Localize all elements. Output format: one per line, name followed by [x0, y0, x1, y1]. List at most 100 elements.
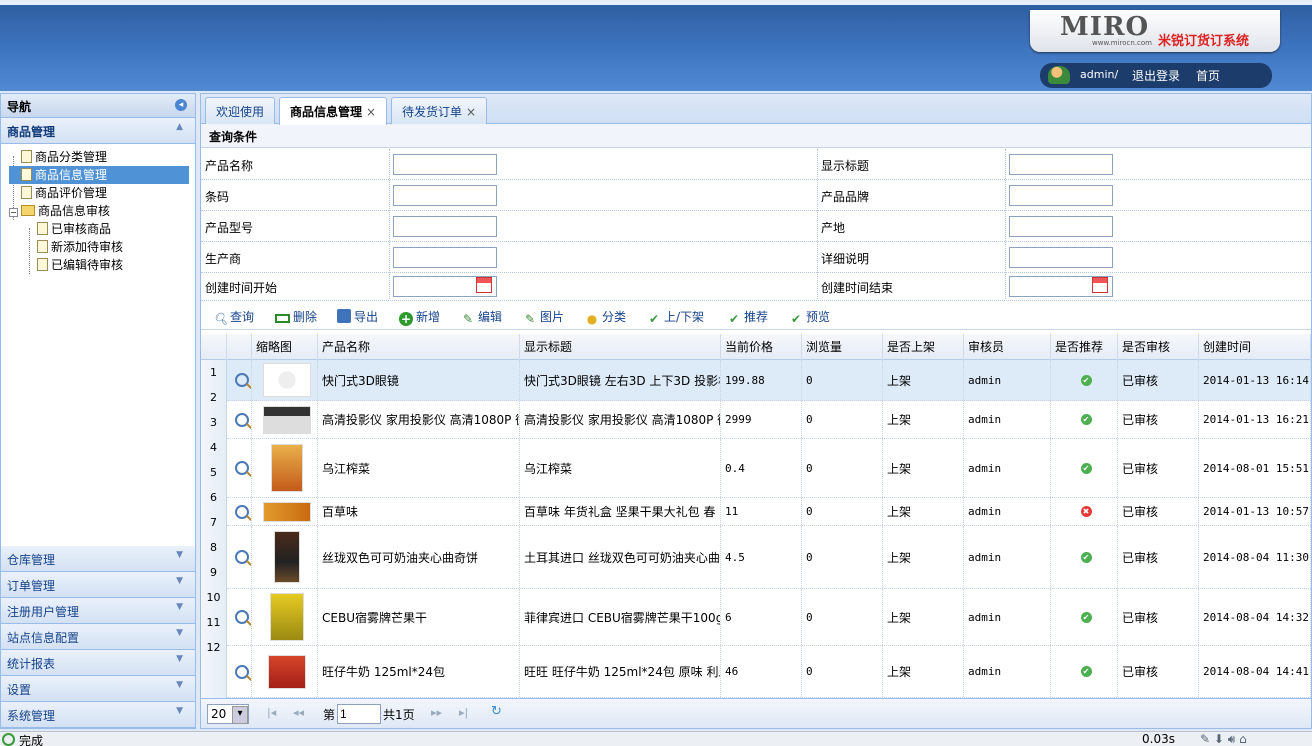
product-name-input[interactable]	[393, 154, 497, 175]
description-input[interactable]	[1009, 247, 1113, 268]
table-row[interactable]: 乌江榨菜 乌江榨菜 0.4 0 上架 admin ✔ 已审核 2014-08-01 15:51:	[227, 439, 1311, 498]
column-header[interactable]: 创建时间	[1199, 334, 1311, 360]
column-header[interactable]: 当前价格	[721, 334, 802, 360]
manufacturer-input[interactable]	[393, 247, 497, 268]
query-title: 查询条件	[201, 124, 1311, 148]
column-header[interactable]: 是否审核	[1118, 334, 1199, 360]
brand-logo: MIRO www.mirocn.com 米锐订货订系统	[1030, 10, 1280, 52]
prev-page-icon[interactable]: ◂◂	[293, 706, 304, 719]
current-user: admin/	[1080, 68, 1119, 81]
page-number-input[interactable]	[337, 704, 381, 724]
add-button[interactable]: + 新增	[399, 308, 440, 326]
column-header[interactable]: 显示标题	[520, 334, 721, 360]
column-header[interactable]: 是否推荐	[1051, 334, 1118, 360]
category-button[interactable]: ● 分类	[585, 308, 626, 326]
magnifier-icon[interactable]	[235, 412, 249, 427]
table-cell: ✔	[1051, 439, 1118, 497]
preview-button[interactable]: ✔ 预览	[789, 308, 830, 326]
close-icon[interactable]: ×	[466, 105, 476, 119]
tree-item-audit[interactable]: − 商品信息审核	[9, 202, 195, 220]
cell-text: 已审核	[1122, 665, 1159, 679]
button-label: 图片	[540, 310, 565, 324]
nav-section-users[interactable]: 注册用户管理 ▼	[1, 598, 195, 624]
tree-item-new-pending[interactable]: 新添加待审核	[9, 238, 195, 256]
refresh-icon[interactable]: ↻	[491, 704, 502, 719]
close-icon[interactable]: ×	[366, 105, 376, 119]
cell-text: admin	[968, 461, 1002, 475]
tree-item-edited-pending[interactable]: 已编辑待审核	[9, 256, 195, 274]
first-page-icon[interactable]: |◂	[267, 706, 276, 719]
table-cell	[227, 401, 252, 438]
home-link[interactable]: 首页	[1196, 67, 1220, 84]
magnifier-icon[interactable]	[235, 504, 249, 519]
user-avatar-icon	[1048, 66, 1070, 84]
table-row[interactable]: 高清投影仪 家用投影仪 高清1080P 微高清投影仪 家用投影仪 高清1080P…	[227, 401, 1311, 439]
next-page-icon[interactable]: ▸▸	[431, 706, 442, 719]
export-button[interactable]: 导出	[337, 308, 378, 325]
table-cell: 上架	[883, 401, 964, 438]
cell-text: 11	[725, 505, 739, 518]
tree-item-product-info[interactable]: 商品信息管理	[9, 166, 189, 184]
tab-welcome[interactable]: 欢迎使用	[205, 97, 276, 124]
table-cell: ✔	[1051, 401, 1118, 438]
magnifier-icon[interactable]	[235, 664, 249, 679]
tab-product-info[interactable]: 商品信息管理 ×	[279, 97, 388, 125]
calendar-icon[interactable]	[1092, 277, 1108, 293]
origin-input[interactable]	[1009, 216, 1113, 237]
table-cell: 0	[802, 646, 883, 697]
table-cell: 6	[721, 589, 802, 645]
column-header[interactable]: 缩略图	[252, 334, 318, 360]
expand-toggle-icon[interactable]: −	[9, 208, 18, 217]
last-page-icon[interactable]: ▸|	[459, 706, 468, 719]
query-button[interactable]: 🔍︎ 查询	[213, 308, 254, 326]
cell-text: 0	[806, 610, 813, 624]
tab-pending-orders[interactable]: 待发货订单 ×	[391, 97, 488, 124]
logo-url: www.mirocn.com	[1092, 39, 1152, 47]
barcode-input[interactable]	[393, 185, 497, 206]
display-title-input[interactable]	[1009, 154, 1113, 175]
table-cell	[252, 498, 318, 525]
table-row[interactable]: CEBU宿雾牌芒果干 菲律宾进口 CEBU宿雾牌芒果干100g/袋 6 0 上架 admi…	[227, 589, 1311, 646]
brand-input[interactable]	[1009, 185, 1113, 206]
table-row[interactable]: 百草味 百草味 年货礼盒 坚果干果大礼包 春 11 0 上架 admin ✖ 已审核 2014-…	[227, 498, 1311, 526]
cell-text: 旺仔牛奶 125ml*24包	[322, 665, 446, 679]
images-button[interactable]: ✎ 图片	[523, 308, 564, 326]
table-cell: ✔	[1051, 589, 1118, 645]
column-header[interactable]: 审核员	[964, 334, 1051, 360]
shelf-toggle-button[interactable]: ✔ 上/下架	[647, 308, 704, 326]
tree-item-reviews[interactable]: 商品评价管理	[9, 184, 195, 202]
calendar-icon[interactable]	[476, 277, 492, 293]
logout-link[interactable]: 退出登录	[1132, 67, 1180, 84]
recommend-button[interactable]: ✔ 推荐	[727, 308, 768, 326]
model-input[interactable]	[393, 216, 497, 237]
check-icon: ✔	[1080, 666, 1092, 677]
edit-button[interactable]: ✎ 编辑	[461, 308, 502, 326]
tree-item-audited[interactable]: 已审核商品	[9, 220, 195, 238]
cell-text: 2014-08-04 14:41:	[1203, 665, 1311, 678]
nav-section-system[interactable]: 系统管理 ▼	[1, 702, 195, 728]
page-size-select[interactable]: 20	[207, 704, 249, 724]
status-tools-icon[interactable]: ✎ ⬇ 🔊︎ ⌂	[1200, 732, 1247, 746]
column-header[interactable]: 是否上架	[883, 334, 964, 360]
nav-section-reports[interactable]: 统计报表 ▼	[1, 650, 195, 676]
collapse-sidebar-icon[interactable]: ◂	[175, 99, 187, 111]
nav-section-settings[interactable]: 设置 ▼	[1, 676, 195, 702]
nav-section-site-config[interactable]: 站点信息配置 ▼	[1, 624, 195, 650]
nav-section-warehouse[interactable]: 仓库管理 ▼	[1, 546, 195, 572]
product-grid: 缩略图 产品名称 显示标题 当前价格 浏览量 是否上架 审核员 是否推荐 是否审…	[201, 334, 1311, 698]
tree-item-category[interactable]: 商品分类管理	[9, 148, 195, 166]
magnifier-icon[interactable]	[235, 610, 249, 624]
chevron-down-icon: ▼	[176, 706, 183, 716]
magnifier-icon[interactable]	[235, 550, 249, 564]
table-row[interactable]: 快门式3D眼镜 快门式3D眼镜 左右3D 上下3D 投影机 199.88 0 上架 adm…	[227, 360, 1311, 401]
chevron-down-icon: ▼	[176, 654, 183, 664]
nav-section-products[interactable]: 商品管理 ▲	[1, 118, 195, 144]
magnifier-icon[interactable]	[235, 373, 249, 387]
delete-button[interactable]: 删除	[275, 308, 317, 325]
column-header[interactable]: 浏览量	[802, 334, 883, 360]
nav-section-orders[interactable]: 订单管理 ▼	[1, 572, 195, 598]
column-header[interactable]: 产品名称	[318, 334, 520, 360]
table-row[interactable]: 旺仔牛奶 125ml*24包 旺旺 旺仔牛奶 125ml*24包 原味 利乐 46 0…	[227, 646, 1311, 698]
magnifier-icon[interactable]	[235, 461, 249, 475]
table-row[interactable]: 丝珑双色可可奶油夹心曲奇饼 土耳其进口 丝珑双色可可奶油夹心曲 4.5 0 上架 admi…	[227, 526, 1311, 589]
